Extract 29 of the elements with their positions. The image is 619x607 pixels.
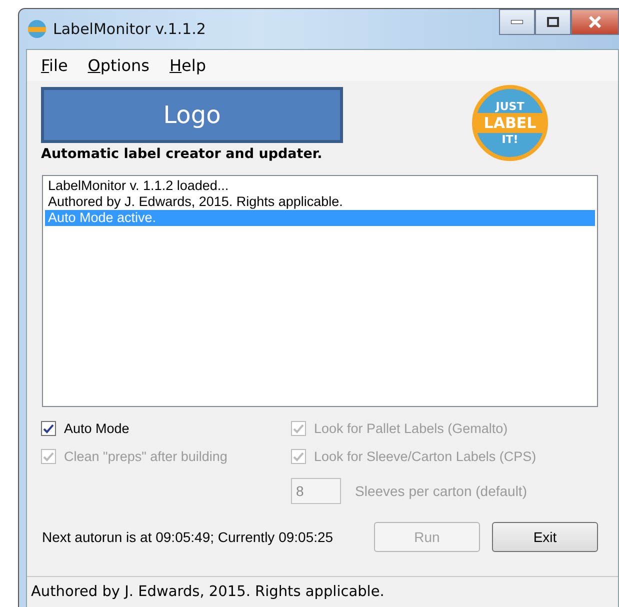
- maximize-button[interactable]: [535, 9, 571, 35]
- checkbox-label: Look for Pallet Labels (Gemalto): [314, 421, 508, 436]
- app-icon: [27, 19, 47, 39]
- menu-item[interactable]: File: [41, 56, 68, 75]
- window-title: LabelMonitor v.1.1.2: [53, 20, 206, 38]
- close-icon: [588, 16, 602, 28]
- minimize-icon: [511, 20, 523, 24]
- checkmark-icon: [43, 452, 54, 462]
- action-button[interactable]: Exit: [492, 522, 598, 552]
- logo-banner: Logo: [41, 87, 343, 143]
- menu-item[interactable]: Options: [88, 56, 150, 75]
- checkmark-icon: [293, 424, 304, 434]
- checkmark-icon: [293, 452, 304, 462]
- sleeves-label: Sleeves per carton (default): [355, 483, 527, 499]
- log-entry[interactable]: Authored by J. Edwards, 2015. Rights applicable.: [45, 194, 595, 210]
- sticker-badge: JUST LABEL IT!: [472, 85, 548, 161]
- checkmark-icon: [43, 424, 54, 434]
- status-text: Authored by J. Edwards, 2015. Rights applicable.: [31, 584, 384, 600]
- checkbox-label: Auto Mode: [64, 421, 130, 436]
- tagline: Automatic label creator and updater.: [41, 146, 324, 162]
- checkbox[interactable]: [41, 421, 56, 436]
- log-entry[interactable]: LabelMonitor v. 1.1.2 loaded...: [45, 178, 595, 194]
- minimize-button[interactable]: [499, 9, 535, 35]
- schedule-text: Next autorun is at 09:05:49; Currently 09:05:25: [42, 529, 334, 545]
- maximize-icon: [547, 17, 559, 27]
- checkbox-label: Clean "preps" after building: [64, 449, 228, 464]
- close-button[interactable]: [571, 9, 619, 35]
- menu-item[interactable]: Help: [170, 56, 206, 75]
- checkbox-label: Look for Sleeve/Carton Labels (CPS): [314, 449, 536, 464]
